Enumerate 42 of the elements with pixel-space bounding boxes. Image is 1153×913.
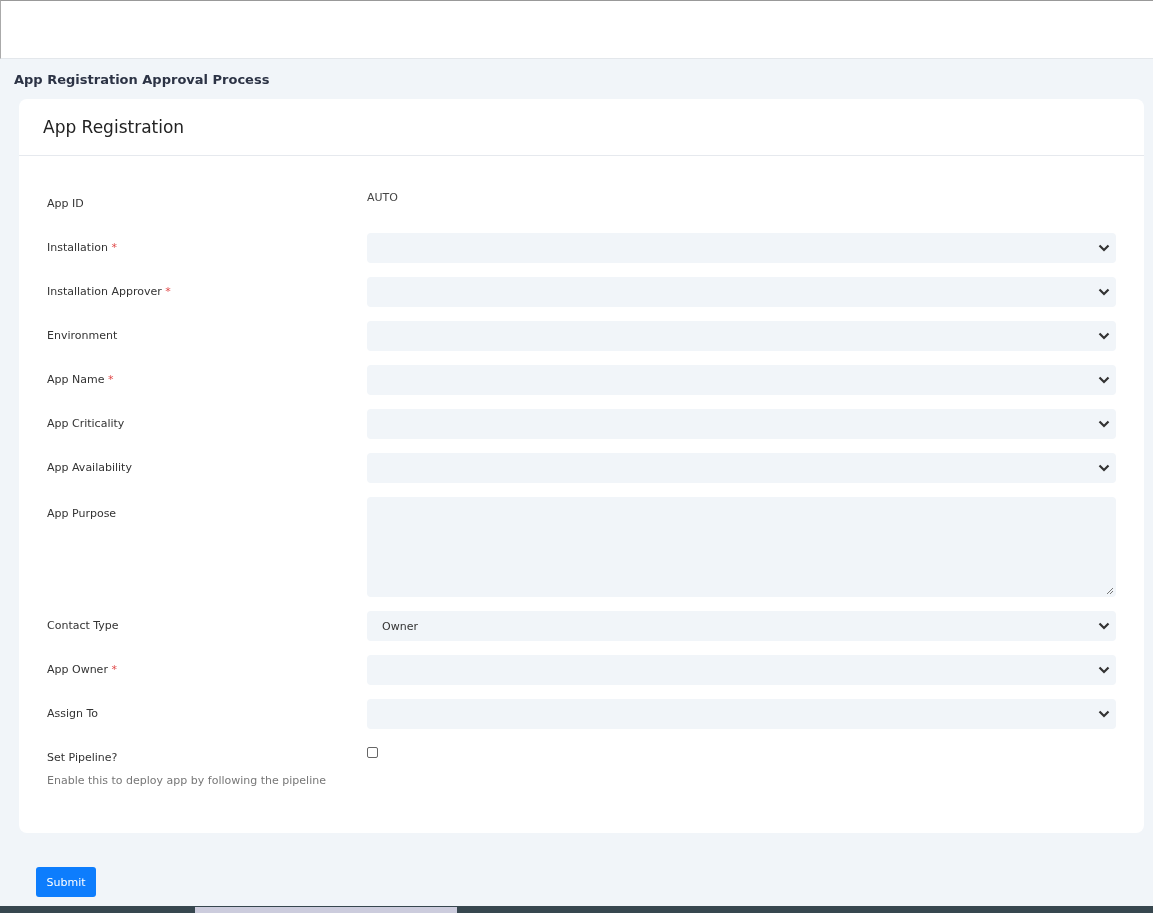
help-text: Enable this to deploy app by following the pipeline xyxy=(47,774,327,787)
field-label: App Purpose xyxy=(47,507,118,521)
dropdown-field[interactable] xyxy=(367,699,1116,729)
chevron-down-icon xyxy=(1098,420,1110,428)
field-label: App Name xyxy=(47,373,105,386)
chevron-down-icon xyxy=(1098,288,1110,296)
chevron-down-icon xyxy=(1098,464,1110,472)
checkbox[interactable] xyxy=(367,747,378,758)
field-label: App Availability xyxy=(47,460,133,476)
field-label: Environment xyxy=(47,328,119,344)
field-label: App Owner xyxy=(47,663,108,676)
dropdown-field[interactable] xyxy=(367,233,1116,263)
dropdown-field[interactable]: Owner xyxy=(367,611,1116,641)
chevron-down-icon xyxy=(1098,244,1110,252)
field-label: App ID xyxy=(47,196,85,212)
dropdown-field[interactable] xyxy=(367,409,1116,439)
resize-grip-icon[interactable] xyxy=(1106,587,1114,595)
card-title: App Registration xyxy=(43,117,185,137)
field-label: App Criticality xyxy=(47,416,126,432)
required-mark: * xyxy=(165,285,171,298)
required-mark: * xyxy=(111,241,117,254)
dropdown-field[interactable] xyxy=(367,321,1116,351)
field-label: Set Pipeline? xyxy=(47,751,119,765)
dropdown-field[interactable] xyxy=(367,365,1116,395)
chevron-down-icon xyxy=(1098,332,1110,340)
field-label: Contact Type xyxy=(47,618,120,634)
field-label: Installation xyxy=(47,241,108,254)
dropdown-field[interactable] xyxy=(367,277,1116,307)
field-label: Installation Approver xyxy=(47,285,162,298)
dropdown-field[interactable] xyxy=(367,453,1116,483)
horizontal-scrollbar[interactable] xyxy=(0,906,1153,913)
chevron-down-icon xyxy=(1098,622,1110,630)
chevron-down-icon xyxy=(1098,666,1110,674)
required-mark: * xyxy=(111,663,117,676)
chevron-down-icon xyxy=(1098,710,1110,718)
required-mark: * xyxy=(107,373,114,386)
dropdown-field[interactable] xyxy=(367,655,1116,685)
field-value: AUTO xyxy=(367,191,399,205)
page-title: App Registration Approval Process xyxy=(14,71,271,89)
submit-button[interactable]: Submit xyxy=(36,867,96,897)
chevron-down-icon xyxy=(1098,376,1110,384)
field-label: Assign To xyxy=(47,706,100,722)
